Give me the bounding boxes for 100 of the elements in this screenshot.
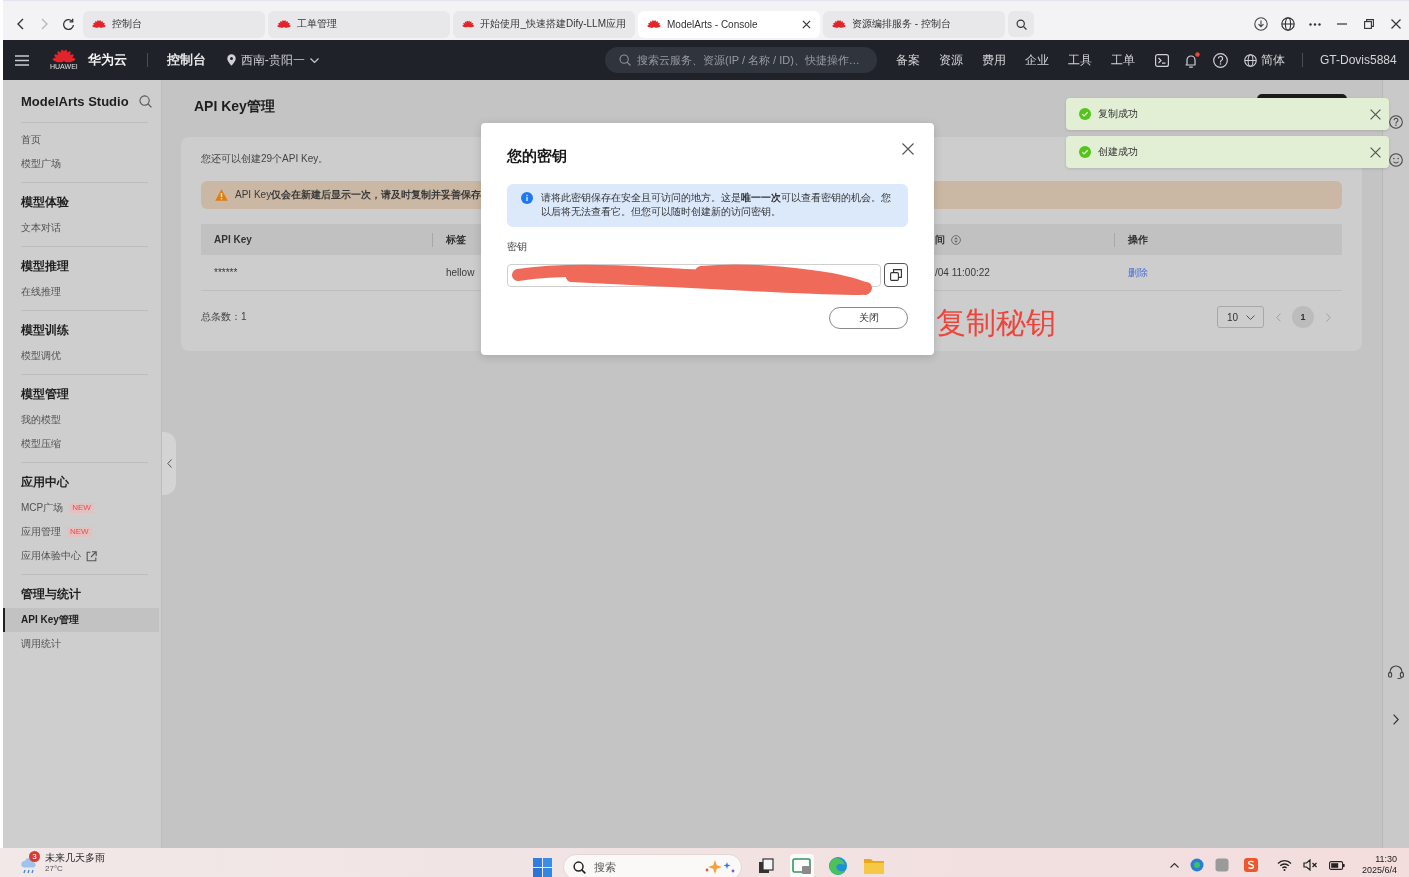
sidebar-heading: 模型推理 bbox=[21, 259, 69, 273]
browser-tab[interactable]: 资源编排服务 - 控制台 bbox=[823, 10, 1005, 38]
toast-text: 复制成功 bbox=[1098, 107, 1138, 121]
quota-note: 您还可以创建29个API Key。 bbox=[201, 153, 329, 164]
browser-tab[interactable]: ModelArts - Console bbox=[638, 10, 820, 38]
bell-icon[interactable] bbox=[1183, 51, 1200, 69]
nav-link[interactable]: 工具 bbox=[1068, 51, 1092, 69]
search-field[interactable]: 搜索云服务、资源(IP / 名称 / ID)、快捷操作… bbox=[605, 47, 877, 73]
search-icon bbox=[619, 54, 631, 66]
browser-tab[interactable]: 开始使用_快速搭建Dify-LLM应用 bbox=[453, 10, 635, 38]
search-input[interactable]: 搜索 bbox=[594, 861, 697, 873]
tray-app-icon[interactable] bbox=[1189, 858, 1204, 872]
close-icon[interactable] bbox=[1370, 108, 1381, 120]
taskbar-search-bar[interactable]: 搜索 bbox=[563, 854, 742, 877]
sidebar-item[interactable]: 模型广场 bbox=[3, 152, 159, 176]
nav-link[interactable]: 资源 bbox=[939, 51, 963, 69]
favicon-icon bbox=[92, 20, 106, 28]
toast-text: 创建成功 bbox=[1098, 145, 1138, 159]
app-window-icon[interactable] bbox=[790, 854, 814, 877]
menu-icon[interactable] bbox=[15, 54, 29, 66]
chevron-down-icon bbox=[1246, 314, 1255, 320]
column-header: API Key bbox=[214, 234, 252, 245]
sidebar-item[interactable]: 首页 bbox=[3, 128, 159, 152]
restore-icon[interactable] bbox=[1363, 19, 1374, 29]
sidebar-heading: 模型训练 bbox=[21, 323, 69, 337]
rain-cloud-icon[interactable] bbox=[20, 856, 38, 876]
close-icon[interactable] bbox=[1370, 146, 1381, 158]
sidebar-item[interactable]: 模型调优 bbox=[3, 344, 159, 368]
close-icon[interactable] bbox=[802, 19, 811, 29]
reload-icon[interactable] bbox=[61, 17, 75, 31]
nav-link[interactable]: 费用 bbox=[982, 51, 1006, 69]
sidebar-item[interactable]: 调用统计 bbox=[3, 632, 159, 656]
sidebar-item[interactable]: 应用体验中心 bbox=[3, 544, 159, 568]
more-icon[interactable] bbox=[1308, 22, 1321, 26]
sparkle-icon bbox=[705, 859, 735, 875]
wifi-icon[interactable] bbox=[1276, 859, 1292, 871]
external-link-icon bbox=[86, 550, 97, 562]
sidebar-item[interactable]: MCP广场 NEW bbox=[3, 496, 159, 520]
sidebar-title: ModelArts Studio bbox=[21, 93, 129, 109]
sidebar-item[interactable]: API Key管理 bbox=[3, 608, 159, 632]
table-cell: /04 11:00:22 bbox=[935, 267, 990, 278]
chevron-down-icon bbox=[309, 57, 319, 63]
nav-link[interactable]: 备案 bbox=[896, 51, 920, 69]
clock-date[interactable]: 2025/6/4 bbox=[1361, 865, 1397, 876]
smiley-icon[interactable] bbox=[1389, 153, 1403, 167]
language-selector[interactable]: 简体 bbox=[1244, 51, 1285, 69]
new-badge: NEW bbox=[67, 527, 92, 537]
speaker-muted-icon[interactable] bbox=[1302, 859, 1318, 871]
account-name[interactable]: GT-Dovis5884 bbox=[1320, 53, 1397, 67]
temperature: 27°C bbox=[45, 864, 64, 874]
info-icon bbox=[521, 192, 533, 204]
weather-forecast[interactable]: 未来几天多雨 bbox=[45, 852, 105, 864]
page-button[interactable]: 1 bbox=[1292, 306, 1314, 328]
tab-search-button[interactable] bbox=[1008, 11, 1034, 37]
search-icon bbox=[1015, 18, 1027, 30]
headset-icon[interactable] bbox=[1388, 665, 1404, 679]
info-text: 请将此密钥保存在安全且可访问的地方。这是唯一一次可以查看密钥的机会。您以后将无法查看它。但您可以随时创建新的访问密钥。 bbox=[541, 191, 892, 219]
clock-time[interactable]: 11:30 bbox=[1375, 854, 1397, 865]
sidebar-item[interactable]: 模型压缩 bbox=[3, 432, 159, 456]
browser-icon[interactable] bbox=[826, 854, 850, 877]
brand-name[interactable]: 华为云 bbox=[87, 51, 127, 69]
column-header: 标签 bbox=[446, 232, 466, 247]
terminal-icon[interactable] bbox=[1155, 53, 1169, 67]
column-header: 操作 bbox=[1128, 232, 1148, 247]
warning-text: API Key仅会在新建后显示一次，请及时复制并妥善保存 bbox=[235, 188, 482, 202]
browser-tab[interactable]: 工单管理 bbox=[268, 10, 450, 38]
collapse-handle[interactable] bbox=[162, 432, 176, 495]
favicon-icon bbox=[462, 20, 475, 28]
chevron-right-icon[interactable] bbox=[1393, 714, 1399, 725]
help-icon[interactable] bbox=[1389, 115, 1403, 129]
region-selector[interactable]: 西南-贵阳一 bbox=[226, 51, 319, 69]
windows-start-icon[interactable] bbox=[533, 858, 552, 877]
nav-link[interactable]: 工单 bbox=[1111, 51, 1135, 69]
close-icon[interactable] bbox=[1390, 19, 1401, 29]
sidebar-item[interactable]: 我的模型 bbox=[3, 408, 159, 432]
sidebar-item[interactable]: 在线推理 bbox=[3, 280, 159, 304]
tray-app-icon[interactable] bbox=[1243, 858, 1258, 872]
browser-tab[interactable]: 控制台 bbox=[83, 10, 265, 38]
sidebar-item[interactable]: 应用管理 NEW bbox=[3, 520, 159, 544]
close-icon[interactable] bbox=[902, 143, 914, 155]
battery-icon[interactable] bbox=[1328, 860, 1345, 870]
sort-icon[interactable] bbox=[951, 234, 961, 245]
nav-link[interactable]: 企业 bbox=[1025, 51, 1049, 69]
globe-icon[interactable] bbox=[1280, 17, 1295, 31]
sidebar-item[interactable]: 文本对话 bbox=[3, 216, 159, 240]
copy-button[interactable] bbox=[884, 263, 908, 287]
back-icon[interactable] bbox=[16, 17, 24, 30]
console-link[interactable]: 控制台 bbox=[166, 51, 206, 69]
page-title: API Key管理 bbox=[194, 98, 275, 114]
download-icon[interactable] bbox=[1253, 17, 1268, 31]
new-badge: NEW bbox=[69, 503, 94, 513]
handwritten-annotation: 复制秘钥 bbox=[936, 305, 1056, 341]
chevron-up-icon[interactable] bbox=[1169, 862, 1179, 868]
close-button[interactable]: 关闭 bbox=[829, 307, 908, 329]
dialog-title: 您的密钥 bbox=[507, 147, 567, 164]
page-size-select[interactable]: 10 bbox=[1217, 306, 1264, 328]
check-circle-icon bbox=[1079, 146, 1091, 158]
minimize-icon[interactable] bbox=[1336, 23, 1347, 25]
table-cell: hellow bbox=[446, 267, 475, 278]
search-icon[interactable] bbox=[139, 94, 152, 108]
